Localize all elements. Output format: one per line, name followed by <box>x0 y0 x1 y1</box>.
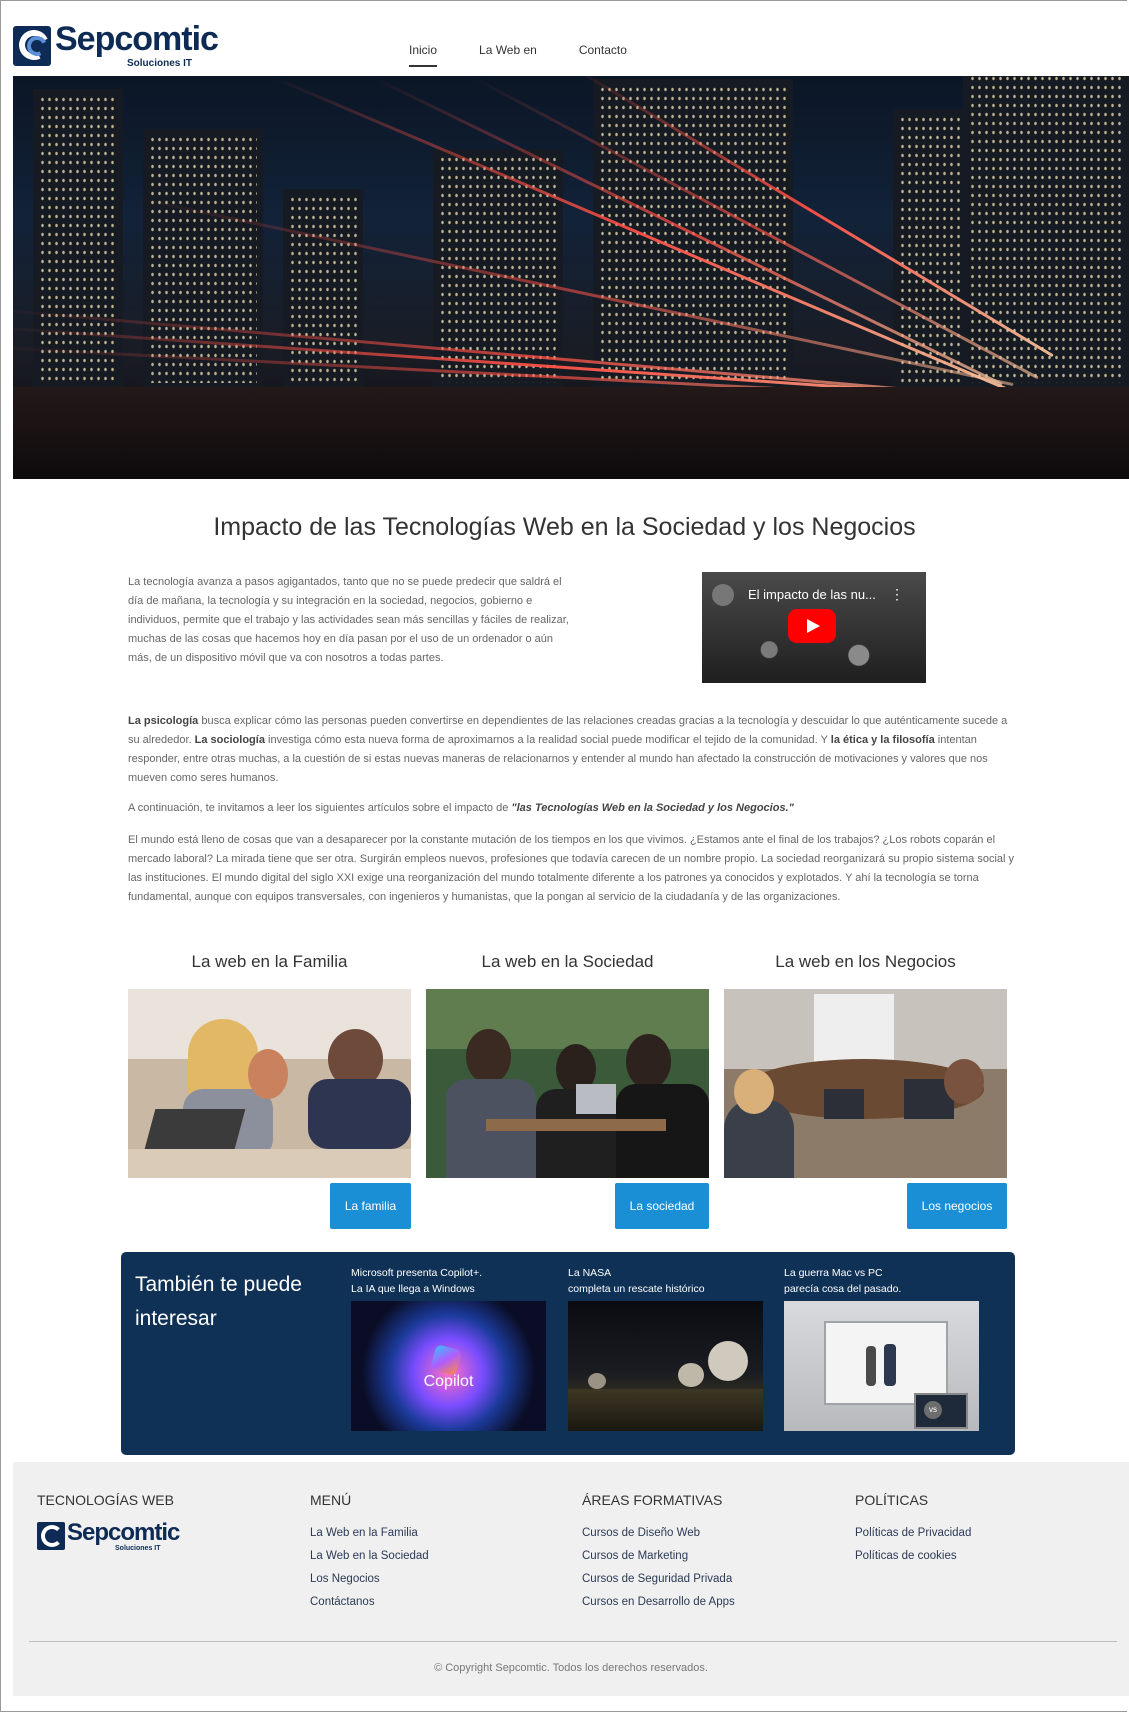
page-title: Impacto de las Tecnologías Web en la Soc… <box>213 513 916 541</box>
site-logo[interactable]: Sepcomtic Soluciones IT <box>13 20 219 76</box>
footer-logo-wordmark: Sepcomtic <box>67 1519 180 1546</box>
footer-link-sociedad[interactable]: La Web en la Sociedad <box>310 1545 429 1568</box>
footer-link-familia[interactable]: La Web en la Familia <box>310 1522 429 1545</box>
related-caption-line2: La IA que llega a Windows <box>351 1283 475 1295</box>
card-title-negocios: La web en los Negocios <box>775 952 956 971</box>
youtube-video-embed[interactable]: El impacto de las nu... ⋮ <box>702 572 926 683</box>
footer-heading-areas: ÁREAS FORMATIVAS <box>582 1492 723 1508</box>
footer-logo[interactable]: Sepcomtic Soluciones IT <box>37 1519 180 1554</box>
footer-link-negocios[interactable]: Los Negocios <box>310 1568 429 1591</box>
card-image-familia[interactable] <box>128 989 411 1178</box>
footer-link-contactanos[interactable]: Contáctanos <box>310 1591 429 1614</box>
related-item-nasa[interactable]: La NASA completa un rescate histórico <box>568 1265 763 1431</box>
related-item-mac-vs-pc[interactable]: La guerra Mac vs PC parecía cosa del pasa… <box>784 1265 979 1431</box>
footer-heading-menu: MENÚ <box>310 1492 352 1508</box>
site-header: Sepcomtic Soluciones IT Inicio La Web en… <box>13 10 1129 76</box>
copilot-image[interactable]: Copilot <box>351 1301 546 1431</box>
vs-badge: vs <box>924 1401 942 1419</box>
footer-logo-tagline: Soluciones IT <box>115 1545 161 1552</box>
future-paragraph: El mundo está lleno de cosas que van a d… <box>128 834 1015 903</box>
related-title: También te puede interesar <box>135 1273 302 1330</box>
video-title: El impacto de las nu... <box>748 587 876 602</box>
nasa-image[interactable] <box>568 1301 763 1431</box>
footer-link-marketing[interactable]: Cursos de Marketing <box>582 1545 735 1568</box>
footer-heading-politicas: POLÍTICAS <box>855 1492 929 1508</box>
card-image-negocios[interactable] <box>724 989 1007 1178</box>
main-nav: Inicio La Web en Contacto <box>409 43 627 67</box>
related-caption-line2: completa un rescate histórico <box>568 1283 705 1295</box>
nav-item-la-web-en[interactable]: La Web en <box>479 43 537 67</box>
footer-col-areas: ÁREAS FORMATIVAS Cursos de Diseño Web Cu… <box>582 1492 735 1614</box>
sociedad-button[interactable]: La sociedad <box>615 1183 709 1229</box>
nav-item-contacto[interactable]: Contacto <box>579 43 627 67</box>
psychology-paragraph: La psicología busca explicar cómo las pe… <box>128 715 1008 784</box>
site-footer: TECNOLOGÍAS WEB Sepcomtic Soluciones IT … <box>13 1462 1129 1696</box>
footer-col-brand: TECNOLOGÍAS WEB Sepcomtic Soluciones IT <box>37 1492 180 1554</box>
footer-logo-mark-icon <box>37 1522 65 1550</box>
familia-button[interactable]: La familia <box>330 1183 411 1229</box>
related-caption-line1: Microsoft presenta Copilot+. <box>351 1267 483 1279</box>
footer-col-menu: MENÚ La Web en la Familia La Web en la S… <box>310 1492 429 1614</box>
related-caption-line1: La guerra Mac vs PC <box>784 1267 883 1279</box>
footer-link-apps[interactable]: Cursos en Desarrollo de Apps <box>582 1591 735 1614</box>
invite-paragraph: A continuación, te invitamos a leer los … <box>128 802 794 814</box>
satellite-dish-icon <box>708 1341 748 1381</box>
footer-link-diseno-web[interactable]: Cursos de Diseño Web <box>582 1522 735 1545</box>
logo-wordmark: Sepcomtic <box>55 20 219 58</box>
mac-vs-pc-image[interactable]: vs <box>784 1301 979 1431</box>
footer-col-politicas: POLÍTICAS Políticas de Privacidad Políti… <box>855 1492 971 1568</box>
copilot-logo-icon <box>430 1344 462 1376</box>
footer-heading-tecnologias: TECNOLOGÍAS WEB <box>37 1492 174 1508</box>
hero-image <box>13 76 1129 479</box>
footer-link-seguridad[interactable]: Cursos de Seguridad Privada <box>582 1568 735 1591</box>
related-articles-panel: También te puede interesar Microsoft pre… <box>121 1252 1015 1455</box>
logo-mark-icon <box>13 26 51 66</box>
footer-link-cookies[interactable]: Políticas de cookies <box>855 1545 971 1568</box>
card-image-sociedad[interactable] <box>426 989 709 1178</box>
play-button-icon[interactable] <box>788 609 836 643</box>
footer-link-privacidad[interactable]: Políticas de Privacidad <box>855 1522 971 1545</box>
card-title-sociedad: La web en la Sociedad <box>481 952 654 971</box>
negocios-button[interactable]: Los negocios <box>907 1183 1007 1229</box>
card-title-familia: La web en la Familia <box>191 952 348 971</box>
video-menu-icon[interactable]: ⋮ <box>890 586 904 603</box>
copyright-text: © Copyright Sepcomtic. Todos los derecho… <box>434 1662 708 1674</box>
logo-tagline: Soluciones IT <box>127 58 193 69</box>
related-caption-line2: parecía cosa del pasado. <box>784 1283 902 1295</box>
footer-divider <box>29 1641 1117 1642</box>
channel-avatar <box>712 584 734 606</box>
hero-road <box>13 387 1129 479</box>
intro-paragraph: La tecnología avanza a pasos agigantados… <box>128 576 569 664</box>
copilot-image-text: Copilot <box>423 1373 474 1390</box>
nav-item-inicio[interactable]: Inicio <box>409 43 438 67</box>
related-item-copilot[interactable]: Microsoft presenta Copilot+. La IA que ll… <box>351 1265 546 1431</box>
related-caption-line1: La NASA <box>568 1267 612 1279</box>
